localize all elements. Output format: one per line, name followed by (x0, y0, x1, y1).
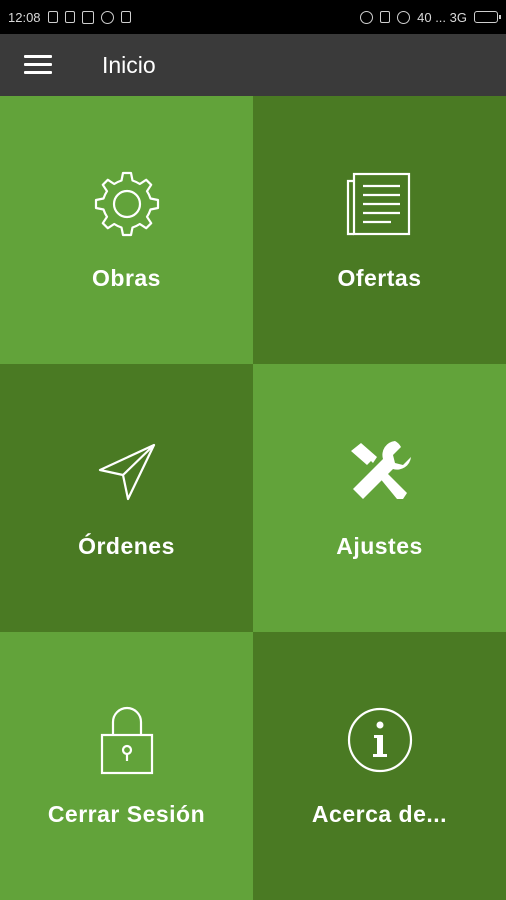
signal-text: 40 ... 3G (417, 9, 467, 25)
tile-label: Ofertas (337, 264, 422, 291)
menu-grid: Obras Ofertas Órdenes Ajustes Cerrar Ses… (0, 96, 506, 900)
tile-ofertas[interactable]: Ofertas (253, 96, 506, 364)
send-icon (98, 443, 155, 500)
status-bar-right: 40 ... 3G (360, 9, 501, 25)
tile-label: Cerrar Sesión (47, 800, 206, 827)
newspaper-icon (346, 172, 410, 235)
shield-icon (120, 11, 131, 23)
status-bar-left: 12:08 (8, 10, 131, 25)
tile-acerca-de[interactable]: Acerca de... (253, 632, 506, 900)
alarm-icon (397, 10, 411, 24)
hamburger-icon (24, 55, 52, 75)
bluetooth-icon (380, 11, 391, 23)
tile-obras[interactable]: Obras (0, 96, 253, 364)
tile-ajustes[interactable]: Ajustes (253, 364, 506, 632)
tile-cerrar-sesion[interactable]: Cerrar Sesión (0, 632, 253, 900)
tile-label: Obras (92, 264, 161, 291)
sim-icon (47, 11, 58, 23)
tile-label: Acerca de... (311, 800, 448, 827)
status-bar: 12:08 40 ... 3G (0, 0, 506, 34)
tile-ordenes[interactable]: Órdenes (0, 364, 253, 632)
moon-icon (360, 10, 374, 24)
phone-icon (64, 11, 75, 23)
lock-icon (100, 706, 153, 774)
tools-icon (350, 440, 411, 499)
wifi-like-icon (81, 10, 94, 24)
app-bar: Inicio (0, 34, 506, 96)
whatsapp-icon (100, 10, 114, 24)
tile-label: Órdenes (78, 532, 175, 559)
menu-button[interactable] (0, 34, 76, 96)
tile-label: Ajustes (336, 532, 423, 559)
page-title: Inicio (102, 51, 156, 78)
status-time: 12:08 (8, 9, 41, 25)
battery-icon (474, 11, 501, 23)
gear-icon (94, 171, 159, 236)
info-icon (347, 707, 412, 772)
